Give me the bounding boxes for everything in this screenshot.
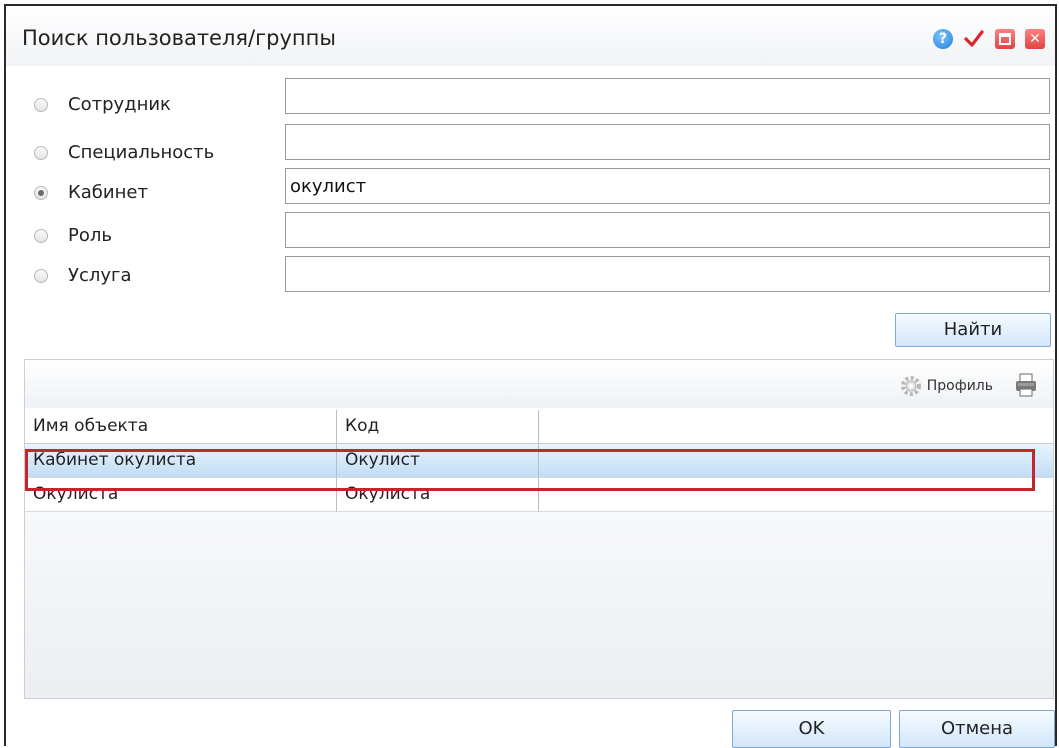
table-row[interactable]: Кабинет окулиста Окулист: [25, 444, 1053, 478]
cell-object-name: Кабинет окулиста: [25, 444, 337, 478]
employee-field[interactable]: [285, 78, 1050, 114]
radio-button[interactable]: [34, 185, 48, 200]
cell-extra: [539, 444, 1053, 478]
find-button[interactable]: Найти: [895, 313, 1051, 347]
radio-label: Услуга: [68, 265, 132, 286]
close-icon[interactable]: [1025, 29, 1045, 49]
role-field[interactable]: [285, 212, 1050, 248]
cell-code: Окулист: [337, 444, 539, 478]
results-grid: Профиль Имя объекта Код Кабинет окулиста…: [24, 359, 1054, 699]
radio-label: Сотрудник: [68, 94, 171, 115]
specialty-field[interactable]: [285, 124, 1050, 160]
table-row[interactable]: Окулиста Окулиста: [25, 478, 1053, 512]
ok-button[interactable]: OK: [732, 710, 891, 748]
radio-option-role[interactable]: Роль: [34, 225, 112, 246]
grid-toolbar: Профиль: [25, 360, 1053, 408]
radio-button[interactable]: [34, 228, 48, 243]
cabinet-field[interactable]: [285, 168, 1050, 204]
radio-option-employee[interactable]: Сотрудник: [34, 94, 171, 115]
radio-option-specialty[interactable]: Специальность: [34, 142, 214, 163]
radio-option-service[interactable]: Услуга: [34, 265, 132, 286]
cell-code: Окулиста: [337, 478, 539, 512]
profile-button[interactable]: Профиль: [927, 378, 993, 394]
help-icon[interactable]: ?: [933, 29, 953, 49]
print-icon[interactable]: [1013, 372, 1039, 398]
gear-icon[interactable]: [899, 374, 923, 398]
title-bar: Поиск пользователя/группы ?: [6, 6, 1055, 66]
dialog-title: Поиск пользователя/группы: [22, 26, 336, 50]
title-bar-icons: ?: [933, 28, 1045, 50]
radio-button[interactable]: [34, 268, 48, 283]
radio-button[interactable]: [34, 97, 48, 112]
radio-label: Специальность: [68, 142, 215, 163]
radio-label: Кабинет: [68, 182, 148, 203]
service-field[interactable]: [285, 256, 1050, 292]
radio-option-cabinet[interactable]: Кабинет: [34, 182, 148, 203]
minimize-icon[interactable]: [995, 29, 1015, 49]
radio-button[interactable]: [34, 145, 48, 160]
cell-object-name: Окулиста: [25, 478, 337, 512]
column-header-object-name[interactable]: Имя объекта: [25, 410, 337, 444]
check-icon[interactable]: [963, 28, 985, 50]
column-header-code[interactable]: Код: [337, 410, 539, 444]
grid-empty-area: [25, 512, 1053, 698]
search-user-group-dialog: Поиск пользователя/группы ? Сотрудник Сп…: [4, 4, 1057, 748]
cell-extra: [539, 478, 1053, 512]
cancel-button[interactable]: Отмена: [899, 710, 1055, 748]
radio-label: Роль: [68, 225, 112, 246]
column-header-extra[interactable]: [539, 410, 1053, 444]
